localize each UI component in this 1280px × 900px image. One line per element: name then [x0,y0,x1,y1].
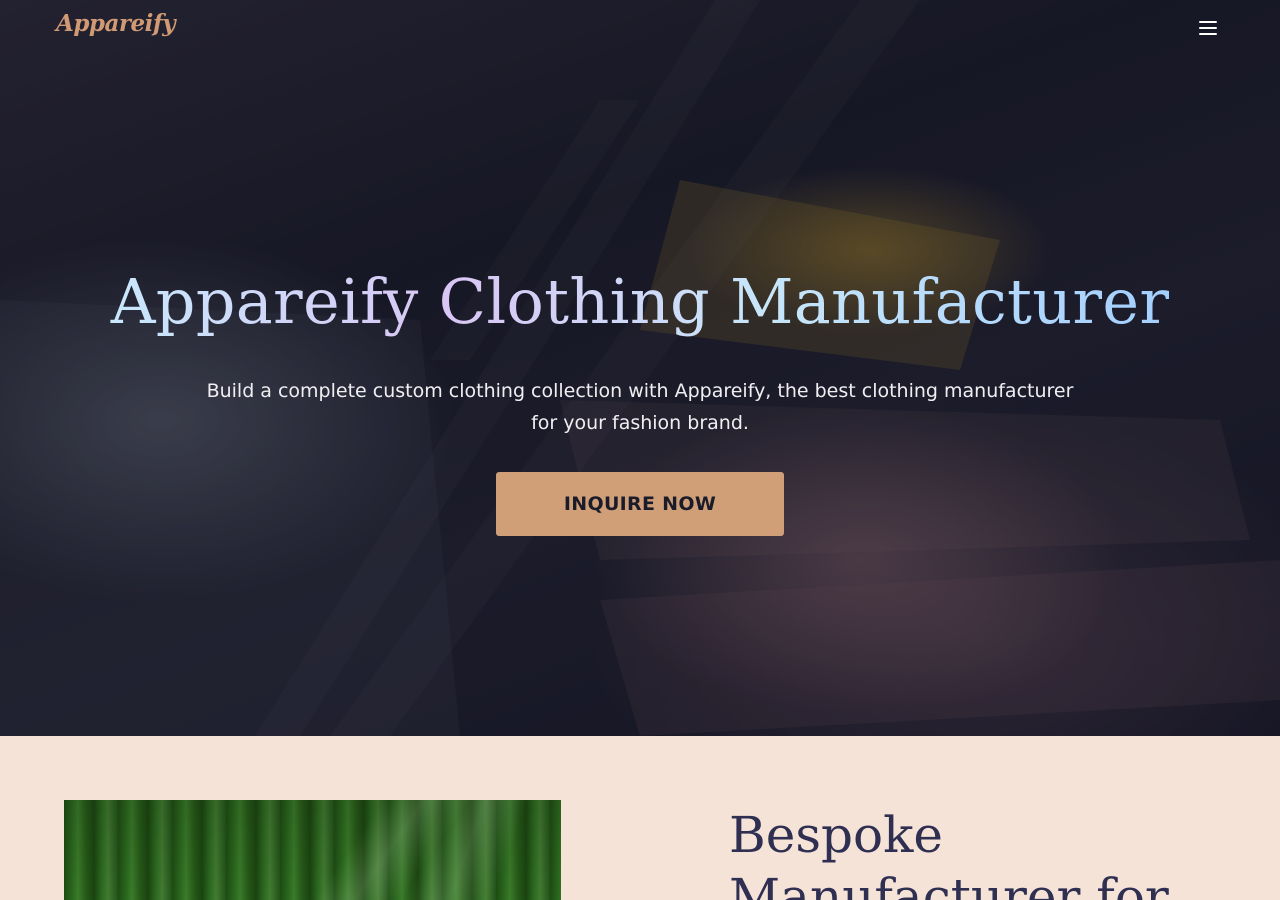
site-logo[interactable]: Appareify [56,10,176,37]
bespoke-section: Bespoke Manufacturer for [0,736,1280,900]
site-header: Appareify [0,0,1280,56]
fabric-image [64,800,561,900]
inquire-now-button[interactable]: INQUIRE NOW [496,472,784,536]
hero-content: Appareify Clothing Manufacturer Build a … [0,0,1280,736]
section-heading: Bespoke Manufacturer for [729,806,1169,900]
hamburger-menu-icon[interactable] [1196,18,1220,38]
hero-title: Appareify Clothing Manufacturer [0,260,1280,344]
hero-section: Appareify Appareify Clothing Manufacture… [0,0,1280,736]
fabric-sheen [64,800,561,900]
hero-subtitle: Build a complete custom clothing collect… [206,380,1074,434]
